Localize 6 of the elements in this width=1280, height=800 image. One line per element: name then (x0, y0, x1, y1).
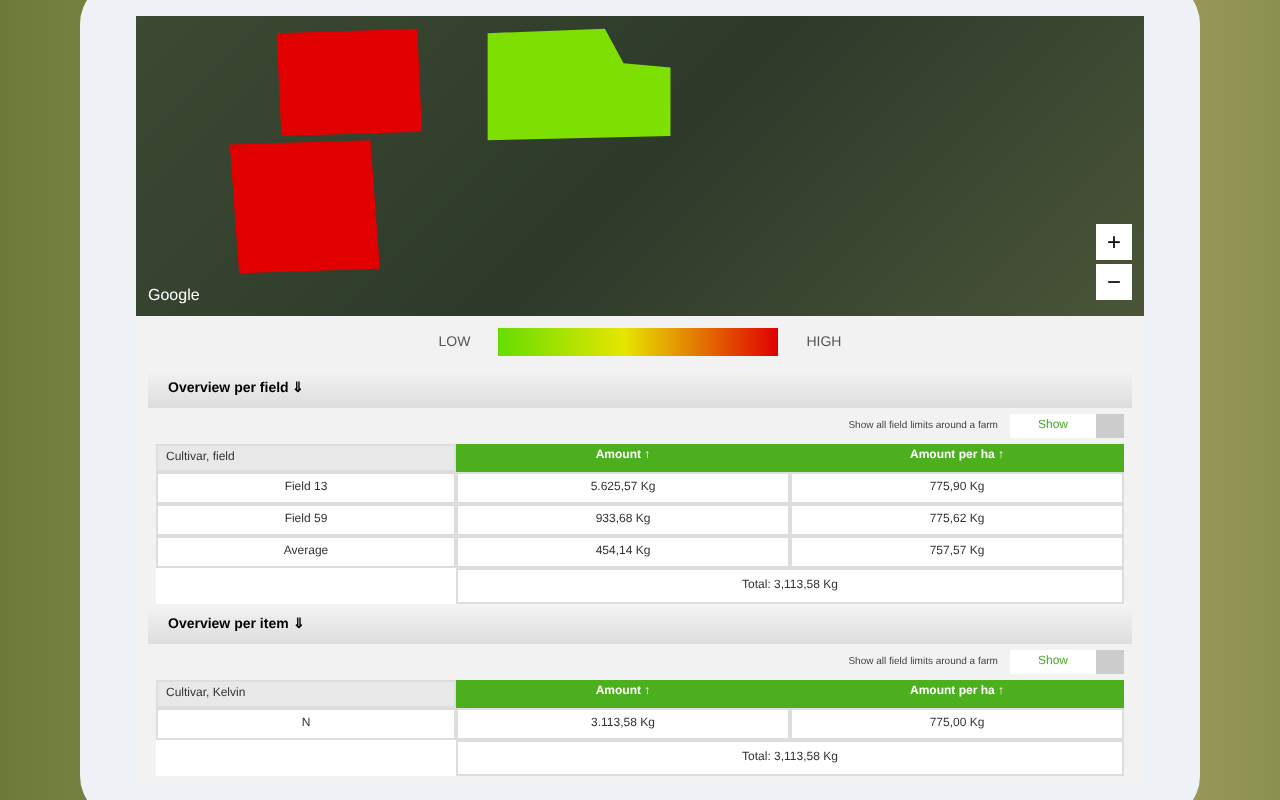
field-area[interactable] (229, 140, 380, 274)
zoom-in-button[interactable]: + (1096, 224, 1132, 260)
zoom-out-button[interactable]: − (1096, 264, 1132, 300)
map-attribution: Google (148, 286, 200, 304)
field-area[interactable] (487, 28, 671, 141)
field-area[interactable] (276, 28, 422, 136)
